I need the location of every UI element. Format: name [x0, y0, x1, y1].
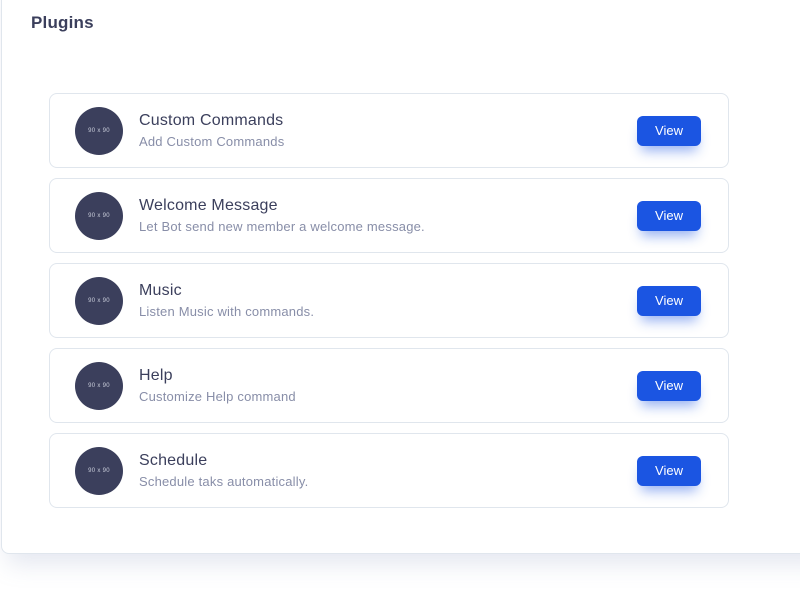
- plugin-card-text: Help Customize Help command: [139, 367, 296, 404]
- plugin-title: Welcome Message: [139, 197, 425, 215]
- plugin-description: Customize Help command: [139, 389, 296, 404]
- plugin-list: 90 x 90 Custom Commands Add Custom Comma…: [49, 93, 729, 518]
- plugins-panel: Plugins 90 x 90 Custom Commands Add Cust…: [1, 0, 800, 554]
- plugin-card-text: Music Listen Music with commands.: [139, 282, 314, 319]
- view-button[interactable]: View: [637, 371, 701, 401]
- plugin-avatar-placeholder: 90 x 90: [75, 447, 123, 495]
- plugin-avatar-placeholder: 90 x 90: [75, 277, 123, 325]
- plugin-card-welcome-message: 90 x 90 Welcome Message Let Bot send new…: [49, 178, 729, 253]
- plugin-card-text: Schedule Schedule taks automatically.: [139, 452, 308, 489]
- page-title: Plugins: [31, 13, 94, 33]
- plugin-description: Add Custom Commands: [139, 134, 284, 149]
- view-button[interactable]: View: [637, 116, 701, 146]
- view-button[interactable]: View: [637, 201, 701, 231]
- plugin-card-custom-commands: 90 x 90 Custom Commands Add Custom Comma…: [49, 93, 729, 168]
- plugin-avatar-placeholder: 90 x 90: [75, 192, 123, 240]
- plugin-description: Schedule taks automatically.: [139, 474, 308, 489]
- view-button[interactable]: View: [637, 456, 701, 486]
- plugin-card-help: 90 x 90 Help Customize Help command View: [49, 348, 729, 423]
- plugin-title: Custom Commands: [139, 112, 284, 130]
- plugin-title: Schedule: [139, 452, 308, 470]
- plugin-card-schedule: 90 x 90 Schedule Schedule taks automatic…: [49, 433, 729, 508]
- plugin-description: Listen Music with commands.: [139, 304, 314, 319]
- plugin-description: Let Bot send new member a welcome messag…: [139, 219, 425, 234]
- view-button[interactable]: View: [637, 286, 701, 316]
- plugin-card-text: Custom Commands Add Custom Commands: [139, 112, 284, 149]
- plugin-card-text: Welcome Message Let Bot send new member …: [139, 197, 425, 234]
- plugin-title: Music: [139, 282, 314, 300]
- plugin-avatar-placeholder: 90 x 90: [75, 362, 123, 410]
- plugin-card-music: 90 x 90 Music Listen Music with commands…: [49, 263, 729, 338]
- plugin-title: Help: [139, 367, 296, 385]
- plugin-avatar-placeholder: 90 x 90: [75, 107, 123, 155]
